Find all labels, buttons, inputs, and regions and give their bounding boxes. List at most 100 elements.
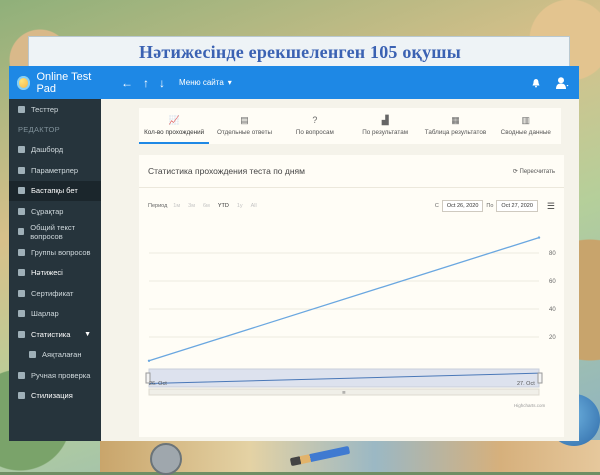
from-label: С	[434, 203, 439, 209]
range-button[interactable]: YTD	[218, 203, 229, 209]
check-icon	[18, 371, 25, 379]
caret-down-icon: ▼	[84, 330, 91, 338]
x-tick-label: 27. Oct	[517, 381, 535, 387]
sidebar-item[interactable]: Сұрақтар	[9, 201, 101, 222]
navigator-handle-right	[537, 372, 543, 384]
tab[interactable]: ▥ Сводные данные	[491, 108, 561, 144]
site-menu-button[interactable]: Меню сайта ▾	[179, 78, 232, 87]
stats-card: Статистика прохождения теста по дням ⟳ П…	[139, 155, 564, 437]
tab[interactable]: ▤ Отдельные ответы	[209, 108, 279, 144]
certificate-icon	[18, 289, 25, 297]
y-tick-label: 20	[549, 335, 556, 341]
logo-icon	[17, 75, 31, 90]
table-icon: ▦	[451, 114, 460, 125]
result-icon	[18, 269, 25, 277]
to-date-input[interactable]: Oct 27, 2020	[496, 200, 538, 212]
tab[interactable]: ▦ Таблица результатов	[420, 108, 490, 144]
sidebar-item[interactable]: Общий текст вопросов	[9, 222, 101, 243]
arrow-left-icon[interactable]: ←	[121, 76, 133, 90]
sidebar-item-label: Аяқталаған	[42, 350, 82, 360]
range-button[interactable]: 1м	[173, 203, 180, 209]
stats-title: Статистика прохождения теста по дням	[148, 166, 305, 176]
sidebar-item[interactable]: Сертификат	[9, 283, 101, 304]
scroll-grip-icon: ≡	[342, 391, 346, 397]
app-window: Online Test Pad ← ↑ ↓ Меню сайта ▾ Тестт…	[9, 66, 579, 441]
main-content: 📈 Кол-во прохождений ▤ Отдельные ответы? По …	[101, 99, 579, 441]
question-icon	[18, 207, 25, 215]
sidebar-item[interactable]: Тесттер	[9, 99, 101, 120]
stats-header: Статистика прохождения теста по дням ⟳ П…	[139, 155, 564, 188]
stats-tabs: 📈 Кол-во прохождений ▤ Отдельные ответы? По …	[139, 108, 561, 144]
tab-label: Отдельные ответы	[217, 128, 272, 136]
bell-icon[interactable]	[531, 78, 541, 88]
sidebar: Тесттер РЕДАКТОР Дашборд Параметрлер Бастапқ…	[9, 99, 101, 441]
sidebar-item-label: Группы вопросов	[31, 247, 91, 257]
sidebar-item-label: Тесттер	[31, 104, 59, 114]
arrow-up-icon[interactable]: ↑	[143, 76, 149, 90]
bar-chart-icon: ▟	[381, 114, 389, 125]
sidebar-item-label: Общий текст вопросов	[30, 222, 76, 241]
tab-label: По результатам	[362, 128, 409, 136]
site-menu-label: Меню сайта	[179, 78, 224, 87]
arrow-down-icon[interactable]: ↓	[159, 76, 165, 90]
tab-label: По вопросам	[295, 128, 334, 136]
page-icon	[18, 187, 25, 195]
sidebar-item[interactable]: Шарлар	[9, 304, 101, 325]
y-tick-label: 40	[549, 307, 556, 313]
nav-arrows: ← ↑ ↓	[121, 76, 165, 90]
gear-icon	[18, 166, 25, 174]
brand-name: Online Test Pad	[36, 70, 92, 95]
range-button[interactable]: All	[251, 203, 257, 209]
sidebar-item[interactable]: Группы вопросов	[9, 242, 101, 263]
y-tick-label: 80	[549, 251, 556, 257]
tab-label: Сводные данные	[500, 128, 551, 136]
chart-menu-icon[interactable]: ☰	[547, 201, 555, 212]
summary-icon: ▥	[521, 114, 531, 125]
chart-credits: Highcharts.com	[514, 403, 546, 408]
range-button[interactable]: 3м	[188, 203, 195, 209]
tab[interactable]: ▟ По результатам	[350, 108, 420, 144]
chart-controls: Период 1м 3м 6м YTD 1y All С Oct 26, 2020 По …	[148, 199, 555, 213]
sidebar-item-label: Сертификат	[31, 288, 74, 298]
data-point	[537, 236, 541, 239]
range-button[interactable]: 6м	[203, 203, 210, 209]
sidebar-item[interactable]: Стилизация	[9, 386, 101, 407]
x-tick-label: 26. Oct	[149, 381, 167, 387]
period-label: Период	[148, 203, 168, 209]
from-date-input[interactable]: Oct 26, 2020	[441, 200, 484, 212]
style-icon	[18, 392, 25, 400]
caret-down-icon: ▾	[227, 78, 232, 87]
tab-label: Таблица результатов	[424, 128, 487, 136]
question-icon: ?	[312, 114, 318, 125]
group-icon	[18, 248, 25, 256]
line-chart: 20 40 60 80 ≡ 26. Oct 27. Oct Highcharts.com	[145, 236, 556, 408]
date-range: С Oct 26, 2020 По Oct 27, 2020 ☰	[435, 200, 555, 212]
sidebar-item[interactable]: Аяқталаған	[9, 345, 101, 366]
user-icon[interactable]	[555, 76, 569, 90]
dashboard-icon	[18, 146, 25, 154]
sidebar-item[interactable]: Ручная проверка	[9, 365, 101, 386]
sidebar-item-label: Шарлар	[31, 309, 59, 319]
top-right-actions	[531, 66, 569, 99]
slide-title: Нәтижесінде ерекшеленген 105 оқушы	[139, 42, 461, 62]
range-buttons: 1м 3м 6м YTD 1y All	[173, 203, 256, 209]
sidebar-item[interactable]: Статистика ▼	[9, 324, 101, 345]
sidebar-item[interactable]: Бастапқы бет	[9, 180, 101, 201]
sidebar-section: РЕДАКТОР	[18, 125, 60, 134]
recalc-button[interactable]: ⟳ Пересчитать	[513, 168, 555, 175]
brand[interactable]: Online Test Pad	[9, 71, 111, 95]
sidebar-item[interactable]: Параметрлер	[9, 160, 101, 181]
condition-icon	[18, 310, 25, 318]
sidebar-item[interactable]: Нәтижесі	[9, 263, 101, 284]
range-button[interactable]: 1y	[237, 203, 243, 209]
chart-line-icon: 📈	[168, 114, 180, 125]
tab[interactable]: 📈 Кол-во прохождений	[139, 108, 210, 144]
sidebar-item[interactable]: Дашборд	[9, 140, 101, 161]
stats-icon	[18, 330, 25, 338]
sidebar-item-label: Нәтижесі	[31, 268, 63, 278]
sidebar-item-label: Сұрақтар	[31, 206, 64, 216]
sidebar-item-label: Дашборд	[31, 145, 64, 155]
top-bar: Online Test Pad ← ↑ ↓ Меню сайта ▾	[9, 66, 579, 99]
to-label: По	[486, 203, 494, 209]
tab[interactable]: ? По вопросам	[280, 108, 350, 144]
